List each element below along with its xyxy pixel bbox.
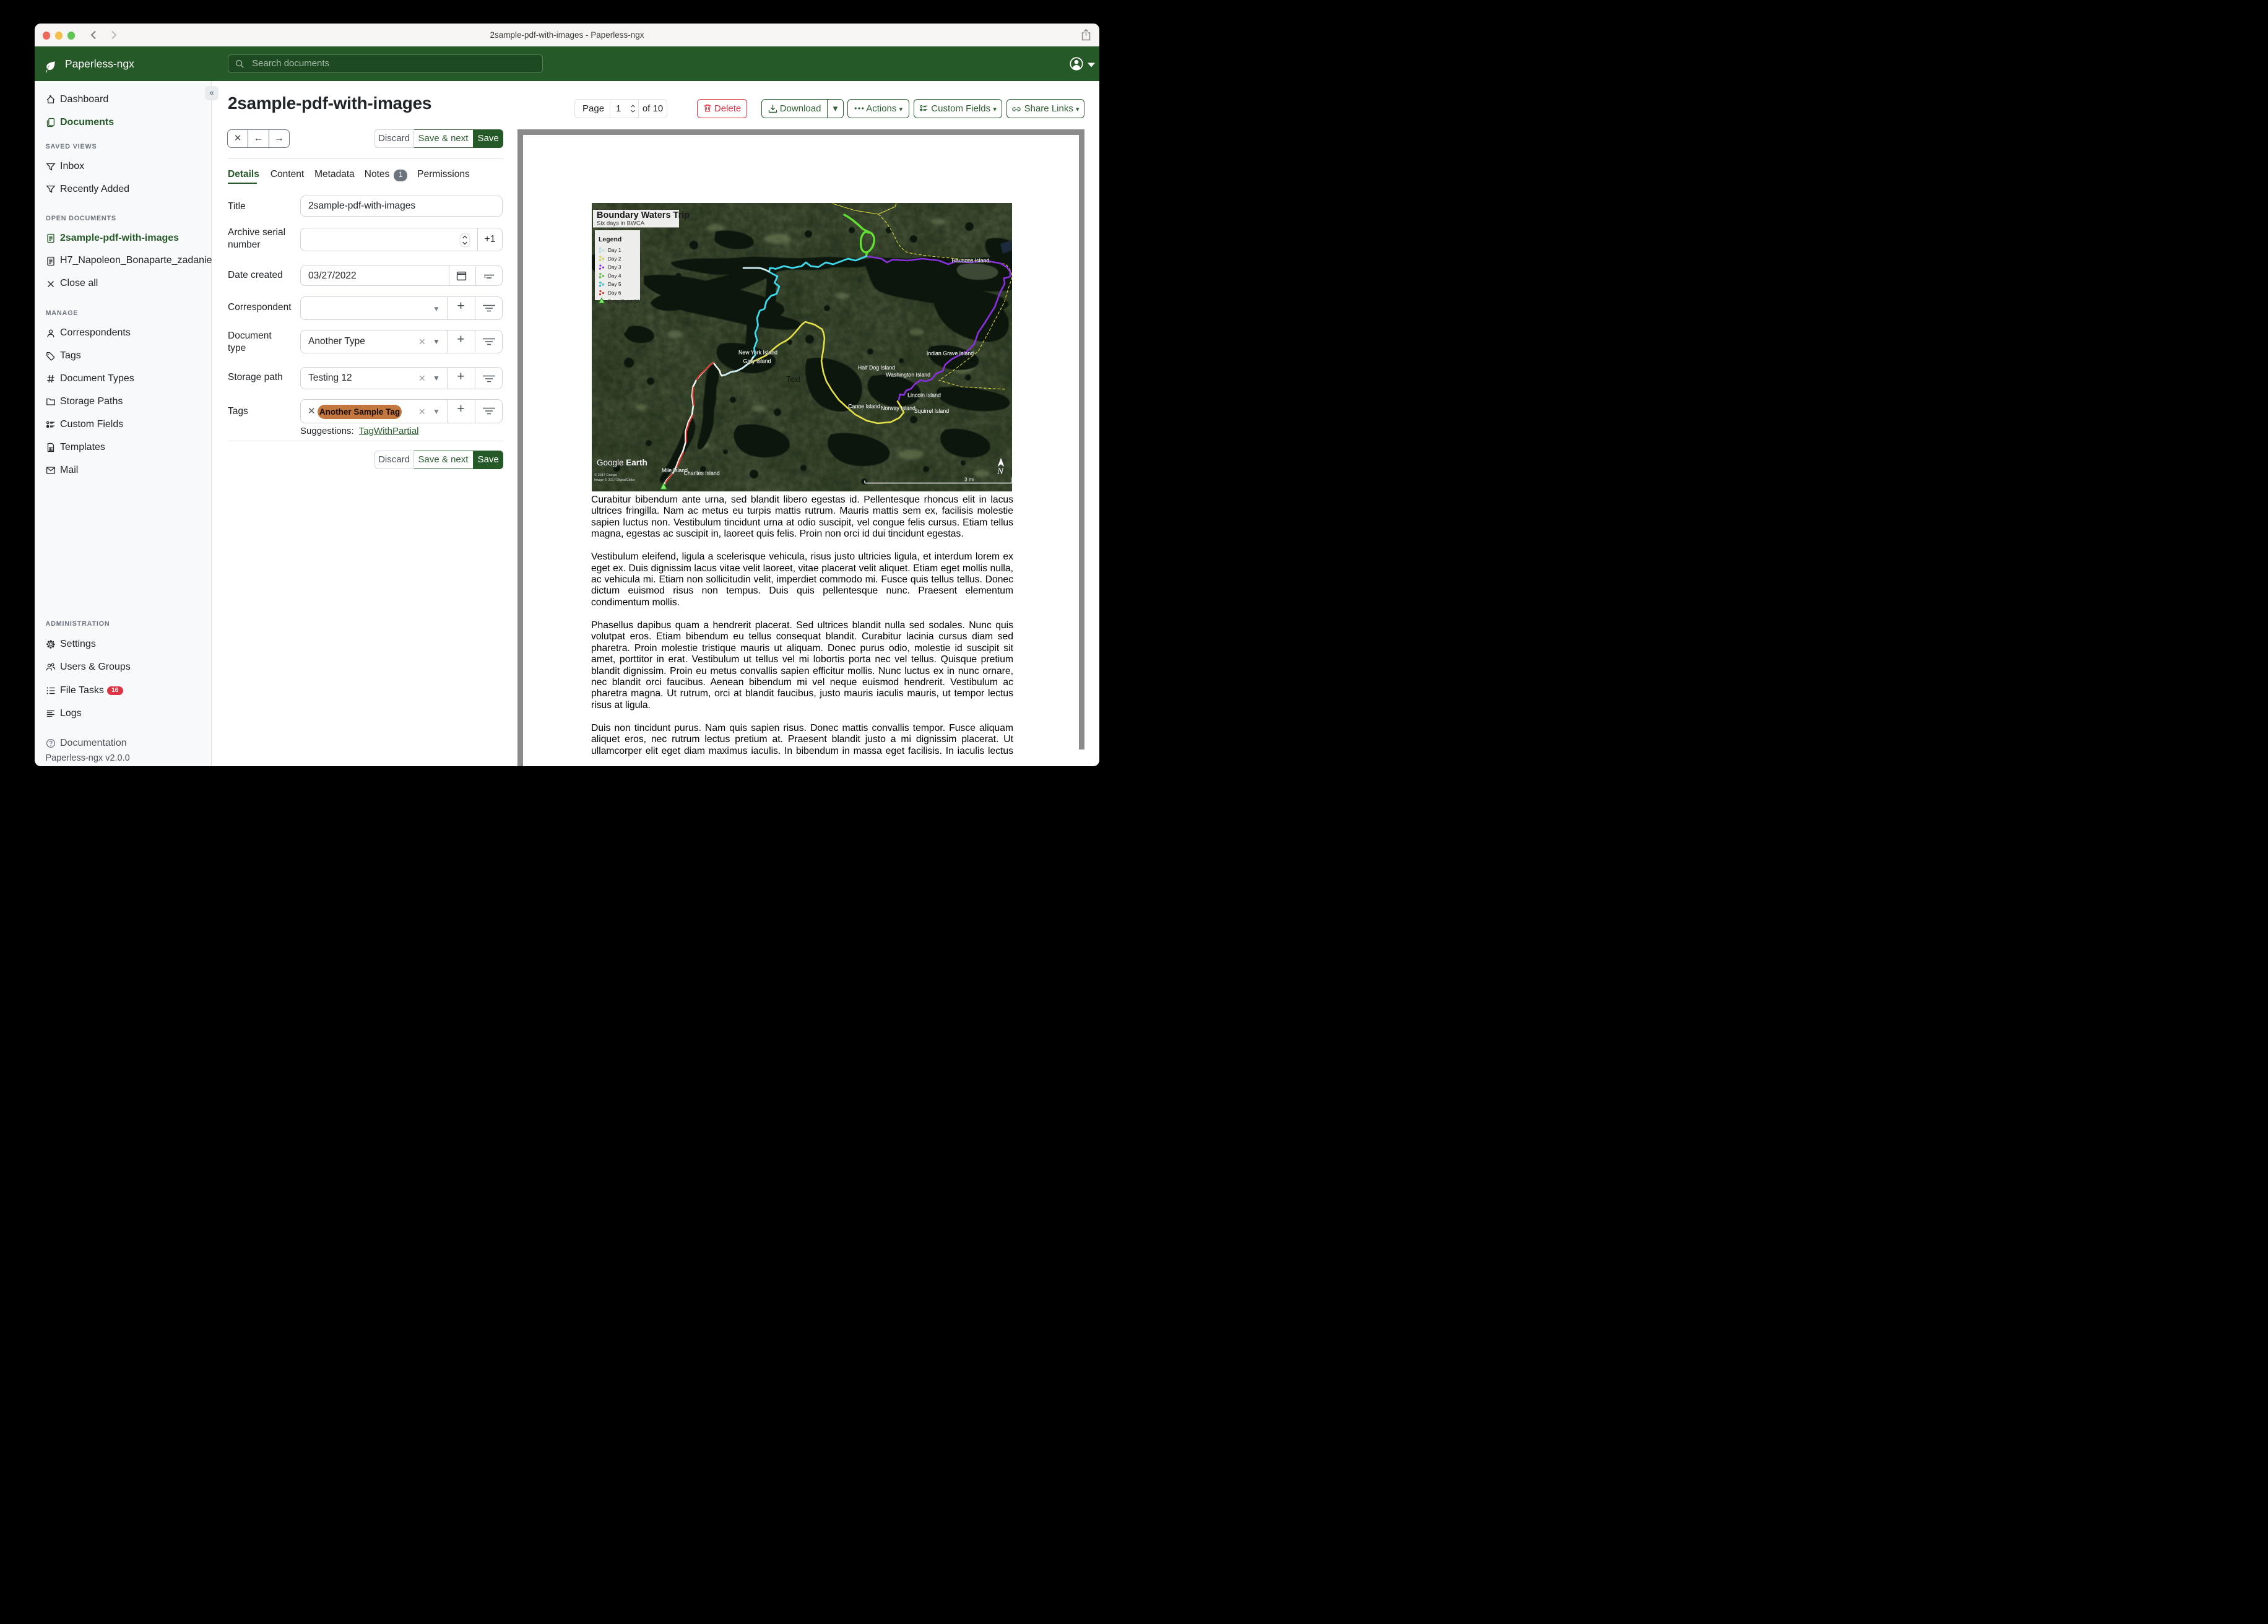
svg-text:Gary Island: Gary Island [743, 358, 771, 365]
svg-text:Hausons Island: Hausons Island [951, 257, 989, 264]
svg-text:Day 2: Day 2 [608, 256, 621, 262]
svg-text:Lincoln Island: Lincoln Island [907, 392, 941, 399]
svg-text:Canoe Island: Canoe Island [848, 404, 880, 410]
svg-text:3 mi: 3 mi [964, 477, 974, 483]
svg-text:Legend: Legend [599, 236, 621, 243]
svg-text:Text: Text [786, 375, 800, 384]
svg-text:New York Island: New York Island [738, 350, 777, 356]
svg-text:Six days in BWCA: Six days in BWCA [597, 220, 645, 227]
svg-text:Indian Grave Island: Indian Grave Island [926, 350, 973, 356]
svg-text:Google Earth: Google Earth [597, 458, 647, 467]
svg-text:Norway Island: Norway Island [881, 405, 915, 412]
svg-text:Charlies Island: Charlies Island [683, 470, 719, 477]
svg-text:Image © 2017 DigitalGlobe: Image © 2017 DigitalGlobe [594, 478, 635, 482]
svg-text:Day 1: Day 1 [608, 248, 621, 253]
svg-text:N: N [997, 467, 1004, 477]
svg-text:Washington Island: Washington Island [885, 372, 930, 378]
svg-text:Half Dog Island: Half Dog Island [857, 365, 894, 371]
svg-text:Day 4: Day 4 [608, 273, 621, 279]
svg-text:Boundary Waters Trip: Boundary Waters Trip [597, 210, 690, 220]
svg-text:Entry Point 24: Entry Point 24 [608, 299, 640, 304]
svg-text:Day 3: Day 3 [608, 265, 621, 270]
svg-text:Day 6: Day 6 [608, 290, 621, 296]
svg-text:Day 5: Day 5 [608, 282, 621, 287]
svg-text:© 2017 Google: © 2017 Google [594, 473, 617, 477]
svg-text:Squirrel Island: Squirrel Island [914, 408, 948, 414]
